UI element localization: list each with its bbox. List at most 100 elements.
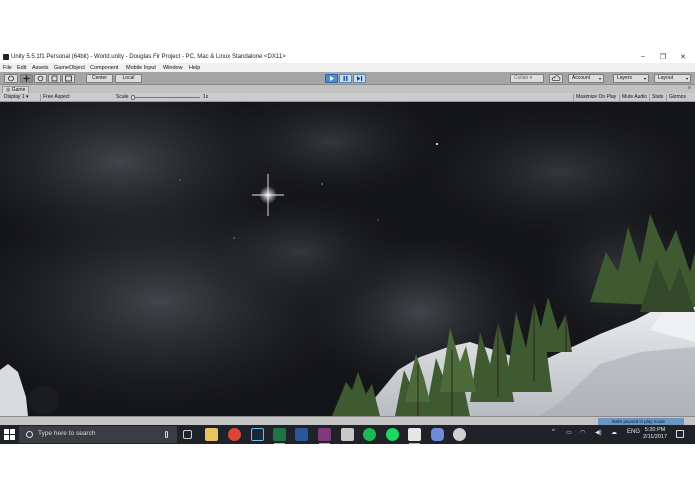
cloud-button[interactable] <box>549 74 563 83</box>
space-label: Local <box>122 75 135 81</box>
layout-caret-icon: ▾ <box>685 76 688 81</box>
hand-icon <box>8 75 14 82</box>
close-button[interactable]: ✕ <box>677 53 689 62</box>
gizmos-dropdown[interactable]: Gizmos <box>666 94 688 101</box>
action-center-icon[interactable] <box>676 430 684 438</box>
status-message: Bake paused in play mode <box>598 418 684 425</box>
layers-label: Layers <box>617 75 633 81</box>
volume-icon[interactable]: ◀) <box>595 429 602 436</box>
windows-start-icon[interactable] <box>4 429 15 440</box>
display-label: Display 1 <box>4 94 25 100</box>
pivot-label: Center <box>91 75 107 81</box>
display-dropdown[interactable]: Display 1 ▾ <box>2 94 30 101</box>
game-scene <box>0 102 695 416</box>
menu-mobile-input[interactable]: Mobile Input <box>126 65 156 71</box>
task-view-icon[interactable] <box>183 430 192 439</box>
tab-game[interactable]: ◎ Game <box>2 86 30 93</box>
rotate-tool-button[interactable] <box>34 74 47 83</box>
account-dropdown[interactable]: Account ▾ <box>568 74 604 83</box>
excel-icon[interactable] <box>273 428 286 444</box>
cortana-icon <box>26 431 33 438</box>
layers-dropdown[interactable]: Layers ▾ <box>613 74 649 83</box>
word-icon[interactable] <box>295 428 308 441</box>
battery-icon[interactable]: ▭ <box>566 429 572 436</box>
layers-caret-icon: ▾ <box>643 76 646 81</box>
language-indicator[interactable]: ENG <box>627 429 640 435</box>
toolbar: Center Local Collab ▾ Account ▾ Layers ▾ L… <box>0 72 695 85</box>
unity-logo-icon <box>3 54 9 60</box>
scale-icon <box>51 75 58 82</box>
chrome-icon[interactable] <box>228 428 241 441</box>
aspect-label: Free Aspect <box>43 94 70 100</box>
network-icon[interactable]: ◠ <box>580 429 585 436</box>
menu-bar: File Edit Assets GameObject Component Mo… <box>0 63 695 72</box>
step-button[interactable] <box>353 74 366 83</box>
menu-component[interactable]: Component <box>90 65 118 71</box>
play-button[interactable] <box>325 74 338 83</box>
account-label: Account <box>572 75 591 81</box>
layout-label: Layout <box>658 75 674 81</box>
unity-icon[interactable] <box>408 428 421 444</box>
menu-file[interactable]: File <box>3 65 12 71</box>
status-message-text: Bake paused in play mode <box>612 419 666 424</box>
step-icon <box>357 76 363 81</box>
settings-app-icon[interactable] <box>453 428 466 441</box>
game-controls-bar: Display 1 ▾ Free Aspect Scale 1x Maximiz… <box>0 93 695 102</box>
game-view[interactable] <box>0 102 695 416</box>
microphone-icon[interactable] <box>165 431 168 438</box>
discord-icon[interactable] <box>431 428 444 441</box>
menu-help[interactable]: Help <box>189 65 200 71</box>
maximize-button[interactable]: ❐ <box>657 53 669 62</box>
move-icon <box>23 75 30 82</box>
cloud-icon <box>551 75 561 81</box>
scale-slider-handle[interactable] <box>131 95 135 100</box>
clock-time: 5:20 PM <box>644 427 666 433</box>
pause-icon <box>343 76 348 81</box>
menu-assets[interactable]: Assets <box>32 65 49 71</box>
hand-tool-button[interactable] <box>4 74 18 83</box>
layout-dropdown[interactable]: Layout ▾ <box>654 74 691 83</box>
collab-dropdown[interactable]: Collab ▾ <box>510 74 544 83</box>
menu-edit[interactable]: Edit <box>17 65 26 71</box>
taskbar-search-box[interactable]: Type here to search <box>19 426 177 443</box>
scale-tool-button[interactable] <box>48 74 61 83</box>
minimize-button[interactable]: – <box>637 53 649 62</box>
scale-label: Scale <box>116 94 129 100</box>
pivot-center-button[interactable]: Center <box>86 74 113 83</box>
scale-slider-track[interactable] <box>132 97 200 98</box>
menu-window[interactable]: Window <box>163 65 183 71</box>
spotify-alt-icon[interactable] <box>386 428 399 441</box>
rect-icon <box>65 75 72 82</box>
maximize-on-play-toggle[interactable]: Maximize On Play <box>573 94 618 101</box>
window-title-bar: Unity 5.5.1f1 Personal (64bit) - World.u… <box>0 52 695 63</box>
panel-menu-icon[interactable]: ≡ <box>688 85 691 91</box>
taskbar-clock[interactable]: 5:20 PM 2/11/2017 <box>643 427 667 441</box>
scale-value: 1x <box>203 94 209 100</box>
screen: Unity 5.5.1f1 Personal (64bit) - World.u… <box>0 0 695 494</box>
onenote-icon[interactable] <box>318 428 331 444</box>
onedrive-icon[interactable]: ☁ <box>611 429 617 436</box>
pause-button[interactable] <box>339 74 352 83</box>
stats-toggle[interactable]: Stats <box>649 94 665 101</box>
package-icon[interactable] <box>341 428 354 441</box>
move-tool-button[interactable] <box>20 74 33 83</box>
mute-audio-toggle[interactable]: Mute Audio <box>619 94 649 101</box>
file-explorer-icon[interactable] <box>205 428 218 441</box>
aspect-dropdown[interactable]: Free Aspect <box>40 94 72 101</box>
status-bar: Bake paused in play mode <box>0 416 695 425</box>
menu-gameobject[interactable]: GameObject <box>54 65 85 71</box>
clock-date: 2/11/2017 <box>643 434 668 440</box>
search-placeholder: Type here to search <box>38 430 96 437</box>
window-title: Unity 5.5.1f1 Personal (64bit) - World.u… <box>11 54 286 60</box>
game-tab-bar: ◎ Game ≡ <box>0 85 695 93</box>
account-caret-icon: ▾ <box>598 76 601 81</box>
spotify-icon[interactable] <box>363 428 376 441</box>
pivot-local-button[interactable]: Local <box>115 74 142 83</box>
rotate-icon <box>37 75 44 82</box>
steam-icon[interactable] <box>251 428 264 441</box>
windows-taskbar: Type here to search ^ ▭ ◠ ◀) ☁ ENG 5:20 … <box>0 425 695 444</box>
play-icon <box>330 76 334 81</box>
rect-tool-button[interactable] <box>62 74 75 83</box>
tray-overflow-chevron[interactable]: ^ <box>552 429 555 435</box>
collab-label: Collab ▾ <box>514 75 533 81</box>
